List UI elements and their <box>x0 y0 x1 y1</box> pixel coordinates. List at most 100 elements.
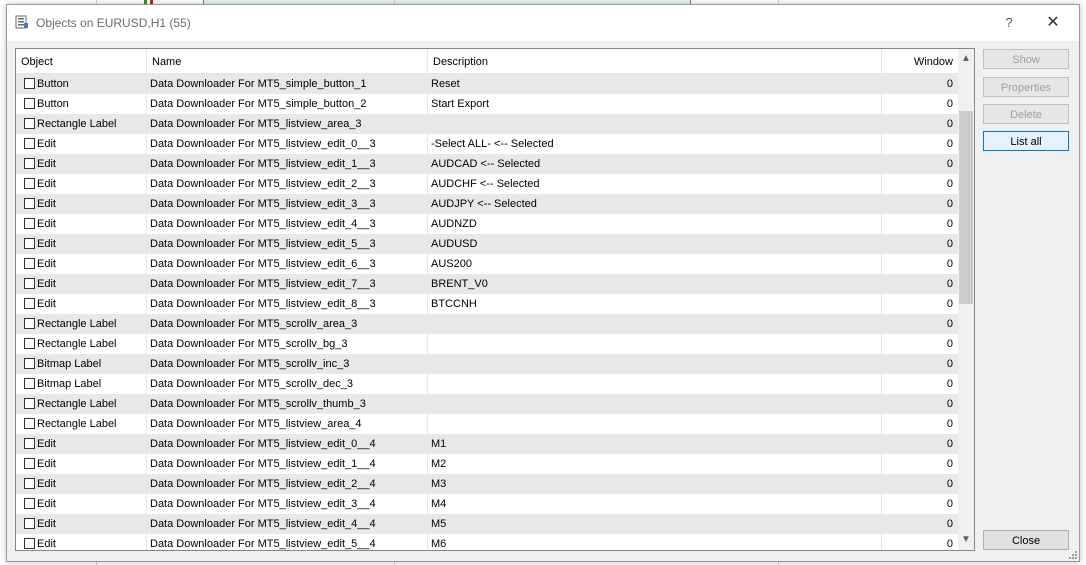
row-checkbox[interactable] <box>24 178 35 189</box>
table-row[interactable]: Edit Data Downloader For MT5_listview_edi… <box>16 174 958 194</box>
object-type-label: Button <box>37 98 69 110</box>
row-checkbox[interactable] <box>24 338 35 349</box>
row-checkbox[interactable] <box>24 118 35 129</box>
row-checkbox[interactable] <box>24 498 35 509</box>
resize-grip-icon[interactable] <box>1067 549 1077 559</box>
object-name-cell: Data Downloader For MT5_listview_area_4 <box>147 414 428 434</box>
table-row[interactable]: Edit Data Downloader For MT5_listview_edi… <box>16 274 958 294</box>
object-name-cell: Data Downloader For MT5_listview_edit_2_… <box>147 474 428 494</box>
table-row[interactable]: Rectangle Label Data Downloader For MT5_s… <box>16 314 958 334</box>
objects-list[interactable]: Object Name Description Window Button Dat… <box>15 48 975 551</box>
row-checkbox[interactable] <box>24 198 35 209</box>
object-type-label: Edit <box>37 238 56 250</box>
object-type-cell: Edit <box>16 514 147 534</box>
table-row[interactable]: Rectangle Label Data Downloader For MT5_l… <box>16 414 958 434</box>
object-type-label: Edit <box>37 258 56 270</box>
row-checkbox[interactable] <box>24 318 35 329</box>
table-row[interactable]: Edit Data Downloader For MT5_listview_edi… <box>16 194 958 214</box>
object-type-label: Edit <box>37 498 56 510</box>
column-header-window[interactable]: Window <box>882 49 958 73</box>
table-row[interactable]: Edit Data Downloader For MT5_listview_edi… <box>16 154 958 174</box>
table-row[interactable]: Edit Data Downloader For MT5_listview_edi… <box>16 514 958 534</box>
properties-button[interactable]: Properties <box>983 77 1069 97</box>
row-checkbox[interactable] <box>24 458 35 469</box>
object-window-cell: 0 <box>946 258 953 270</box>
scroll-up-icon[interactable]: ▲ <box>958 49 974 69</box>
row-checkbox[interactable] <box>24 538 35 549</box>
row-checkbox[interactable] <box>24 218 35 229</box>
row-checkbox[interactable] <box>24 378 35 389</box>
vertical-scrollbar[interactable]: ▲ ▼ <box>958 49 974 550</box>
row-checkbox[interactable] <box>24 298 35 309</box>
table-row[interactable]: Edit Data Downloader For MT5_listview_edi… <box>16 134 958 154</box>
window-title: Objects on EURUSD,H1 (55) <box>36 16 191 30</box>
table-row[interactable]: Edit Data Downloader For MT5_listview_edi… <box>16 474 958 494</box>
object-window-cell: 0 <box>946 418 953 430</box>
object-type-label: Bitmap Label <box>37 358 102 370</box>
object-name-cell: Data Downloader For MT5_listview_edit_0_… <box>147 134 428 154</box>
row-checkbox[interactable] <box>24 438 35 449</box>
object-description-cell: M1 <box>428 434 882 454</box>
list-all-button[interactable]: List all <box>983 131 1069 151</box>
scroll-down-icon[interactable]: ▼ <box>958 530 974 550</box>
object-window-cell: 0 <box>946 118 953 130</box>
table-row[interactable]: Edit Data Downloader For MT5_listview_edi… <box>16 254 958 274</box>
object-type-label: Edit <box>37 178 56 190</box>
object-name-cell: Data Downloader For MT5_listview_edit_3_… <box>147 194 428 214</box>
table-row[interactable]: Rectangle Label Data Downloader For MT5_l… <box>16 114 958 134</box>
row-checkbox[interactable] <box>24 258 35 269</box>
object-type-cell: Button <box>16 74 147 94</box>
row-checkbox[interactable] <box>24 278 35 289</box>
object-type-cell: Rectangle Label <box>16 414 147 434</box>
object-window-cell: 0 <box>946 538 953 550</box>
object-description-cell <box>428 414 882 434</box>
object-type-label: Edit <box>37 438 56 450</box>
table-row[interactable]: Edit Data Downloader For MT5_listview_edi… <box>16 294 958 314</box>
row-checkbox[interactable] <box>24 78 35 89</box>
object-window-cell: 0 <box>946 498 953 510</box>
table-row[interactable]: Bitmap Label Data Downloader For MT5_scro… <box>16 354 958 374</box>
row-checkbox[interactable] <box>24 158 35 169</box>
table-row[interactable]: Button Data Downloader For MT5_simple_but… <box>16 74 958 94</box>
column-header-description[interactable]: Description <box>428 49 882 73</box>
table-row[interactable]: Rectangle Label Data Downloader For MT5_s… <box>16 334 958 354</box>
table-row[interactable]: Edit Data Downloader For MT5_listview_edi… <box>16 494 958 514</box>
table-row[interactable]: Edit Data Downloader For MT5_listview_edi… <box>16 234 958 254</box>
close-window-icon[interactable]: ✕ <box>1043 13 1063 33</box>
table-row[interactable]: Button Data Downloader For MT5_simple_but… <box>16 94 958 114</box>
table-row[interactable]: Edit Data Downloader For MT5_listview_edi… <box>16 214 958 234</box>
row-checkbox[interactable] <box>24 238 35 249</box>
table-row[interactable]: Edit Data Downloader For MT5_listview_edi… <box>16 454 958 474</box>
table-row[interactable]: Bitmap Label Data Downloader For MT5_scro… <box>16 374 958 394</box>
object-type-cell: Edit <box>16 254 147 274</box>
column-header-object[interactable]: Object <box>16 49 147 73</box>
show-button[interactable]: Show <box>983 49 1069 69</box>
row-checkbox[interactable] <box>24 98 35 109</box>
row-checkbox[interactable] <box>24 418 35 429</box>
object-type-label: Edit <box>37 298 56 310</box>
object-type-cell: Button <box>16 94 147 114</box>
close-button[interactable]: Close <box>983 530 1069 550</box>
row-checkbox[interactable] <box>24 358 35 369</box>
help-button[interactable]: ? <box>999 13 1019 33</box>
row-checkbox[interactable] <box>24 398 35 409</box>
object-name-cell: Data Downloader For MT5_scrollv_bg_3 <box>147 334 428 354</box>
object-name-cell: Data Downloader For MT5_listview_area_3 <box>147 114 428 134</box>
object-description-cell: AUS200 <box>428 254 882 274</box>
object-window-cell: 0 <box>946 198 953 210</box>
row-checkbox[interactable] <box>24 478 35 489</box>
object-description-cell: BTCCNH <box>428 294 882 314</box>
column-header-name[interactable]: Name <box>147 49 428 73</box>
table-row[interactable]: Rectangle Label Data Downloader For MT5_s… <box>16 394 958 414</box>
object-description-cell: AUDJPY <-- Selected <box>428 194 882 214</box>
delete-button[interactable]: Delete <box>983 104 1069 124</box>
row-checkbox[interactable] <box>24 518 35 529</box>
object-type-label: Edit <box>37 458 56 470</box>
object-type-cell: Edit <box>16 274 147 294</box>
scroll-thumb[interactable] <box>959 111 973 304</box>
table-row[interactable]: Edit Data Downloader For MT5_listview_edi… <box>16 534 958 550</box>
object-description-cell: AUDCAD <-- Selected <box>428 154 882 174</box>
object-name-cell: Data Downloader For MT5_listview_edit_2_… <box>147 174 428 194</box>
row-checkbox[interactable] <box>24 138 35 149</box>
table-row[interactable]: Edit Data Downloader For MT5_listview_edi… <box>16 434 958 454</box>
